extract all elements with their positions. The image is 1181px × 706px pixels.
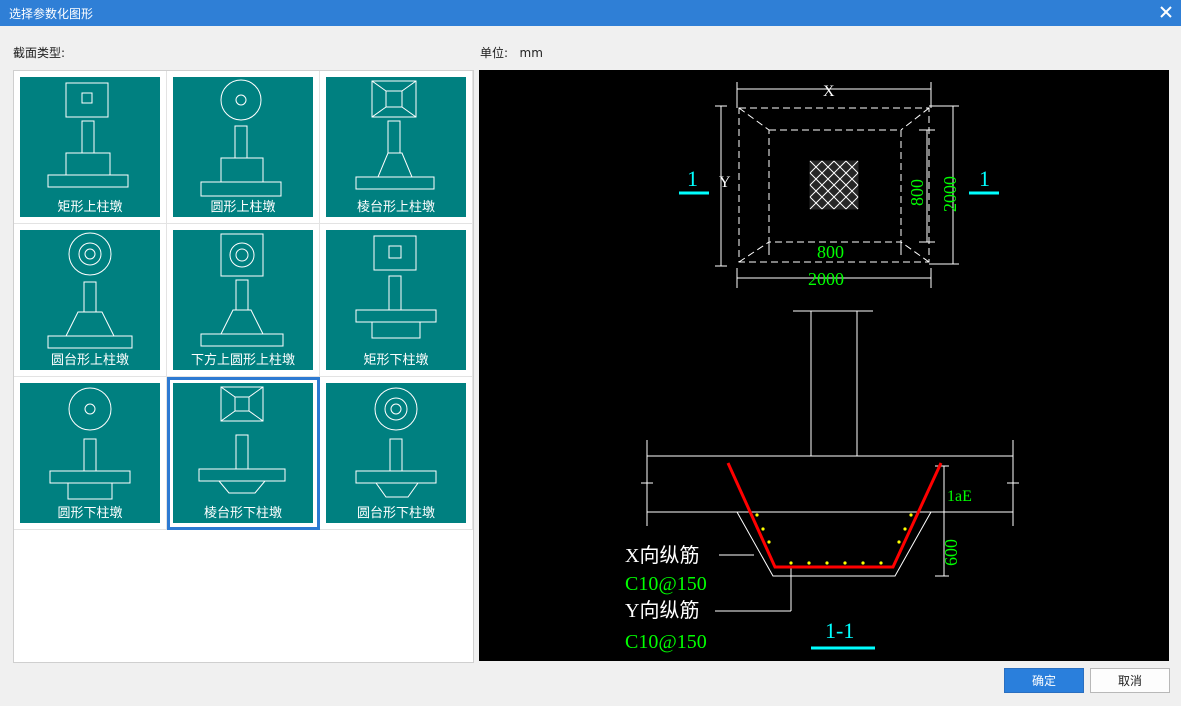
tile-circle-top-pier[interactable]: 圆形上柱墩 [167,71,320,224]
inner-height-dim: 800 [907,179,927,206]
unit-label: 单位: mm [480,44,543,61]
outer-height-dim: 2000 [940,176,960,212]
section-mark-right: 1 [979,166,990,191]
tile-rect-bottom-pier[interactable]: 矩形下柱墩 [320,224,473,377]
tile-picture: 矩形下柱墩 [326,230,466,370]
section-mark-left: 1 [687,166,698,191]
tile-label: 圆台形下柱墩 [356,506,435,521]
y-rebar-label: Y向纵筋 [625,599,699,622]
inner-width-dim: 800 [817,242,844,262]
tile-frustum-top-pier[interactable]: 棱台形上柱墩 [320,71,473,224]
tile-label: 圆形上柱墩 [210,200,276,215]
section-title: 1-1 [825,618,854,643]
tile-cone-frustum-bottom-pier[interactable]: 圆台形下柱墩 [320,377,473,530]
tile-label: 棱台形下柱墩 [203,506,282,521]
tile-label: 圆台形上柱墩 [50,353,129,368]
tile-picture: 棱台形上柱墩 [326,77,466,217]
preview-canvas: X Y 1 1 800 2000 800 2000 1aE 600 X向纵筋 C… [479,70,1169,661]
section-type-gallery: 矩形上柱墩 圆形上柱墩 棱台形上柱墩 圆台形上柱墩 下方上圆形上柱墩 矩形下柱墩… [13,70,474,663]
close-icon[interactable] [1157,3,1175,21]
tile-picture: 下方上圆形上柱墩 [173,230,313,370]
rebar-dots [755,513,913,565]
tile-label: 矩形下柱墩 [363,353,429,368]
section-type-label: 截面类型: [13,46,66,60]
tile-label: 棱台形上柱墩 [356,200,435,215]
cancel-button[interactable]: 取消 [1090,668,1170,693]
tile-picture: 棱台形下柱墩 [173,383,313,523]
tile-label: 圆形下柱墩 [57,506,123,521]
tile-square-bottom-round-top-pier[interactable]: 下方上圆形上柱墩 [167,224,320,377]
tile-picture: 圆形上柱墩 [173,77,313,217]
depth-dim: 600 [941,539,961,566]
window-title: 选择参数化图形 [9,7,94,21]
x-rebar-label: X向纵筋 [625,544,699,567]
tile-circle-bottom-pier[interactable]: 圆形下柱墩 [14,377,167,530]
tile-picture: 圆台形上柱墩 [20,230,160,370]
tile-picture: 圆形下柱墩 [20,383,160,523]
tile-label: 下方上圆形上柱墩 [190,353,295,368]
plan-x-label: X [823,83,835,100]
outer-width-dim: 2000 [808,269,844,289]
ok-button[interactable]: 确定 [1004,668,1084,693]
anchor-length-label: 1aE [947,488,972,505]
y-rebar-value: C10@150 [625,631,707,653]
tile-label: 矩形上柱墩 [57,200,123,215]
unit-value: mm [519,46,543,60]
tile-rect-top-pier[interactable]: 矩形上柱墩 [14,71,167,224]
x-rebar-value: C10@150 [625,573,707,595]
pier-detail-drawing: X Y 1 1 800 2000 800 2000 1aE 600 X向纵筋 C… [625,82,1019,653]
tile-frustum-bottom-pier[interactable]: 棱台形下柱墩 [167,377,320,530]
title-bar: 选择参数化图形 [0,0,1181,26]
unit-label-text: 单位: [480,46,509,60]
tile-picture: 圆台形下柱墩 [326,383,466,523]
tile-cone-frustum-top-pier[interactable]: 圆台形上柱墩 [14,224,167,377]
tile-picture: 矩形上柱墩 [20,77,160,217]
plan-y-label: Y [719,174,731,191]
